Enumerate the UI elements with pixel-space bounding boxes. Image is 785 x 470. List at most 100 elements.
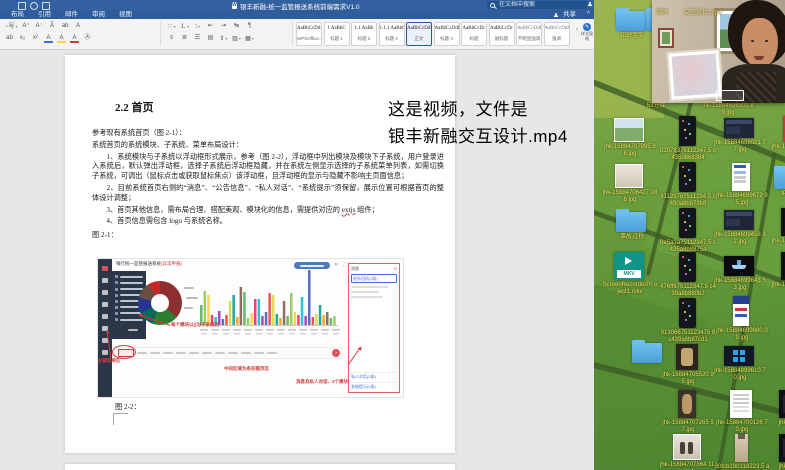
desktop-file[interactable]: 476ff675112347.5 c439a8b880b2	[660, 252, 714, 298]
figure-2-1-label: 图 2-1：	[92, 231, 444, 241]
desktop-file[interactable]: jhk-15884699843 53.jpg	[712, 256, 766, 292]
desktop-folder[interactable]: IP通用	[762, 164, 785, 198]
desktop-file[interactable]: jhk-15884707864 11.mp4	[660, 434, 714, 470]
search-input[interactable]	[487, 1, 587, 9]
para-tool-icon-6[interactable]: ¶	[244, 22, 255, 31]
file-label: 事故过程	[604, 234, 660, 241]
desktop-file[interactable]: jhk-15884699880 09.jpg	[714, 296, 768, 342]
gallery-more-icon[interactable]: ›	[576, 27, 578, 33]
desktop-file[interactable]: jhk-15884707265 97.jpg	[660, 390, 714, 434]
desktop-file[interactable]: 30fcb190318223.5 a1485db78264	[714, 434, 768, 470]
font-tool2-icon-2[interactable]: x²	[30, 34, 41, 43]
desktop-file[interactable]: jhk-15884705520 95.jpg	[660, 344, 714, 386]
para-tool2-icon-2[interactable]: ☰	[192, 34, 203, 43]
desktop-file[interactable]: jhk-15884696901 89.jpg	[700, 101, 754, 117]
para-tool2-icon-4[interactable]: ⇕	[218, 34, 229, 43]
desktop-file[interactable]: 91129787511234.5 c490a8b878b8	[660, 162, 714, 208]
collapse-ribbon-icon[interactable]: ^	[587, 10, 590, 19]
photo2-thumbnail-icon	[615, 164, 643, 188]
desktop-file[interactable]: jhk-15884	[764, 390, 785, 427]
app-thumbnail-icon	[724, 118, 754, 138]
style-标题[interactable]: AaBbCcDc标题	[461, 22, 487, 46]
ship-thumbnail-icon	[724, 256, 754, 276]
style-标题 3[interactable]: 1.1.1 AaBbC标题 3	[379, 22, 405, 46]
dark-thumbnail-icon	[781, 208, 785, 236]
para-tool-icon-5[interactable]: ↹	[231, 22, 242, 31]
para-tool-icon-3[interactable]: ⇤	[205, 22, 216, 31]
file-label: jhk-15884705520 95.jpg	[660, 372, 716, 386]
font-tool-icon-4[interactable]: ab	[60, 22, 71, 31]
font-tool2-icon-0[interactable]: ab	[4, 34, 15, 43]
wall-picture-frame-small	[658, 28, 674, 48]
font-tool2-icon-1[interactable]: x₂	[17, 34, 28, 43]
style-副标题[interactable]: AaBbCcDc副标题	[489, 22, 515, 46]
dark-thumbnail-icon	[781, 252, 785, 280]
file-label: jhk-15884696901 89.jpg	[700, 103, 756, 117]
paragraph: 4、首页信息需包含 logo 与系统名称。	[92, 217, 444, 227]
para-tool-icon-0[interactable]: ⁙	[166, 22, 177, 31]
desktop-file[interactable]: jhk-15884	[764, 434, 785, 470]
undo-icon[interactable]	[42, 2, 50, 10]
para-tool2-icon-6[interactable]: ▦	[244, 34, 255, 43]
style-标题 1[interactable]: 1 AaBbC标题 1	[324, 22, 350, 46]
ribbon-tab-0[interactable]: 布局	[4, 10, 31, 19]
ribbon-tab-3[interactable]: 审阅	[85, 10, 112, 19]
font-tools-row1: −号A⁺A⁻A̋abA	[4, 22, 84, 31]
font-tool-icon-0[interactable]: −号	[4, 22, 19, 31]
desktop-file[interactable]: 03076375112347.5 c435d868384	[660, 116, 714, 162]
desktop-file[interactable]: jhk-15884 48.jpg	[766, 116, 785, 151]
desktop-file[interactable]: 0e5a3a75112347.5 c435a8b8875a	[660, 208, 714, 254]
style-标题 4[interactable]: AaBbCcDdE标题 4	[434, 22, 460, 46]
font-tool2-icon-3[interactable]: A	[43, 34, 54, 43]
font-tool-icon-3[interactable]: A̋	[47, 22, 58, 31]
style-标题 2[interactable]: 1.1 AaBb标题 2	[351, 22, 377, 46]
para-tool-icon-4[interactable]: ⇥	[218, 22, 229, 31]
para-tool2-icon-1[interactable]: ≣	[179, 34, 190, 43]
desktop-file[interactable]: jhk-15884699458 32.jpg	[712, 210, 766, 246]
file-label: ScreenRecorderPr oject1.mkv	[602, 282, 658, 296]
desktop-folder[interactable]: 事故过程	[604, 207, 658, 241]
style-正文[interactable]: AaBbCcDdEe正文	[406, 22, 432, 46]
font-tool2-icon-5[interactable]: A	[69, 34, 80, 43]
account-icon[interactable]	[588, 2, 592, 6]
file-label: jhk-15884 43.jpg	[766, 238, 785, 245]
save-icon[interactable]	[18, 2, 26, 10]
para-tool2-icon-3[interactable]: ▤	[205, 34, 216, 43]
page-corner-mark	[113, 413, 128, 425]
para-tool2-icon-5[interactable]: ▨	[231, 34, 242, 43]
style-WPSOffice...[interactable]: AaBbCcDdEeWPSOffice...	[296, 22, 322, 46]
figure-logo: 银行统一监管报送系统(异常申报)	[116, 261, 182, 267]
desktop-file[interactable]: jhk-15884707995 38.jpg	[602, 118, 656, 158]
styles-pane-button[interactable]: ✎ 样式窗格	[581, 23, 593, 41]
style-不明显强调[interactable]: AaBbCcDdEe不明显强调	[516, 22, 542, 46]
paragraph-extjs: 3、首页其他信息，需布局合理、搭配美观、模块化的信息，需提供对应的 extjs …	[92, 206, 444, 216]
font-tool-icon-1[interactable]: A⁺	[21, 22, 32, 31]
desktop-file[interactable]: ScreenRecorderPr oject1.mkv	[602, 252, 656, 296]
desktop-file[interactable]: jhk-15884 43.jpg	[766, 208, 785, 245]
print-icon[interactable]	[30, 2, 38, 10]
desktop-file[interactable]: jhk-15884899610 70.jpg	[712, 346, 766, 382]
desktop-file[interactable]: jhk-15884699672 95.jpg	[714, 163, 768, 207]
ribbon-tab-4[interactable]: 视图	[112, 10, 139, 19]
share-button[interactable]: 共享	[559, 10, 576, 19]
file-label-over-video: 交互设计.mp4	[684, 10, 721, 17]
para-tool-icon-1[interactable]: ⒈	[179, 22, 190, 31]
ribbon-tab-1[interactable]: 引用	[31, 10, 58, 19]
desktop-file[interactable]: jhk-15884698021 77.jpg	[712, 118, 766, 154]
file-label: jhk-15884 43.jpg	[766, 282, 785, 289]
annotation-module: 每个模块以()为子系统区	[171, 322, 219, 328]
font-tool-icon-5[interactable]: A	[73, 22, 84, 31]
font-tool2-icon-6[interactable]: Ⓐ	[82, 34, 93, 43]
desktop-file[interactable]: jhk-15884700126 70.jpg	[714, 390, 768, 434]
para-tool-icon-2[interactable]: ⁝	[192, 22, 203, 31]
mkv-thumbnail-icon	[614, 252, 644, 280]
font-tool2-icon-4[interactable]: A	[56, 34, 67, 43]
para-tool2-icon-0[interactable]: ≡	[166, 34, 177, 43]
folder-thumbnail-icon	[774, 169, 785, 189]
style-强调[interactable]: AaBbCcDdEe强调	[544, 22, 570, 46]
desktop-file[interactable]: jhk-15884 43.jpg	[766, 252, 785, 289]
desktop-file[interactable]: jhk-15884706427 086.jpg	[602, 164, 656, 204]
font-tool-icon-2[interactable]: A⁻	[34, 22, 45, 31]
artifact2-thumbnail-icon	[678, 390, 696, 418]
ribbon-tab-2[interactable]: 邮件	[58, 10, 85, 19]
